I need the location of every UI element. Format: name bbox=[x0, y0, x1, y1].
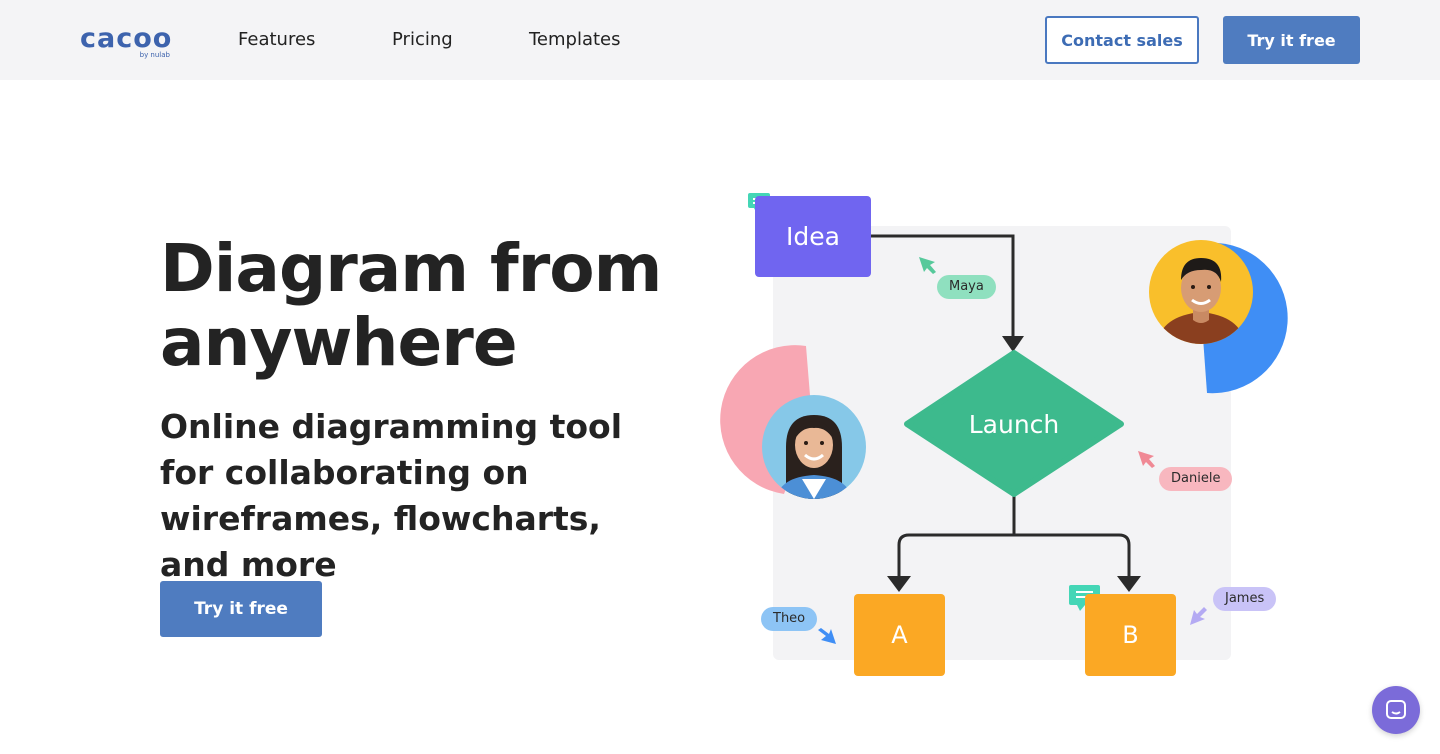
node-b: B bbox=[1085, 594, 1176, 676]
idea-node: Idea bbox=[755, 196, 871, 277]
collaborator-avatar-man bbox=[1149, 240, 1253, 344]
connector-launch-to-a-b bbox=[897, 494, 1131, 578]
flowchart-illustration: Idea Launch A B Maya Daniele Theo James bbox=[0, 0, 1440, 754]
cursor-label-theo: Theo bbox=[761, 607, 818, 631]
collaborator-avatar-woman bbox=[762, 395, 866, 499]
cursor-label-james: James bbox=[1213, 587, 1277, 611]
arrowhead-b bbox=[1117, 576, 1141, 592]
diagram-graphics bbox=[720, 193, 1288, 644]
cursor-arrow-icon bbox=[1138, 451, 1155, 468]
cursor-arrow-icon bbox=[1190, 607, 1207, 625]
chat-bubble-icon bbox=[1386, 700, 1406, 719]
launch-node-label: Launch bbox=[968, 410, 1060, 439]
node-a: A bbox=[854, 594, 945, 676]
cursor-arrow-icon bbox=[919, 257, 936, 274]
cursor-label-maya: Maya bbox=[937, 275, 996, 299]
chat-widget-button[interactable] bbox=[1372, 686, 1420, 734]
cursor-label-daniele: Daniele bbox=[1159, 467, 1233, 491]
arrowhead-a bbox=[887, 576, 911, 592]
arrowhead-launch bbox=[1002, 336, 1024, 352]
cursor-arrow-icon bbox=[818, 628, 836, 644]
